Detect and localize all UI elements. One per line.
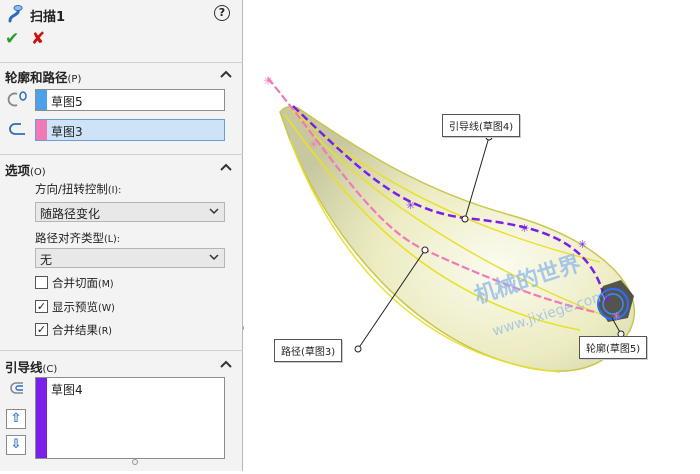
panel-resize-handle[interactable] bbox=[132, 459, 138, 465]
ok-button[interactable]: ✔ bbox=[5, 29, 19, 49]
sweep-model[interactable]: ✳ ✳ ✳ ✳ ✳ ✳ ✳ bbox=[244, 0, 700, 471]
merge-tangent-faces-checkbox[interactable] bbox=[35, 276, 48, 289]
move-down-button[interactable]: ⇩ bbox=[6, 435, 26, 455]
section-title: 轮廓和路径 bbox=[5, 70, 68, 85]
panel-title: 扫描1 bbox=[30, 10, 66, 25]
merge-result-label: 合并结果 bbox=[52, 323, 98, 337]
chevron-down-icon bbox=[209, 254, 219, 261]
path-selection-box[interactable]: 草图3 bbox=[35, 119, 225, 141]
path-value: 草图3 bbox=[51, 125, 83, 139]
panel-header: 扫描1 ? bbox=[0, 0, 243, 28]
profile-value: 草图5 bbox=[51, 95, 83, 109]
merge-tangent-faces-label: 合并切面 bbox=[52, 276, 98, 290]
orientation-value: 随路径变化 bbox=[40, 207, 101, 221]
orientation-label: 方向/扭转控制 bbox=[35, 182, 108, 196]
section-shortcut: (O) bbox=[30, 167, 46, 178]
list-item[interactable]: 草图4 bbox=[51, 381, 83, 398]
show-preview-label: 显示预览 bbox=[52, 300, 98, 314]
alignment-dropdown[interactable]: 无 bbox=[35, 248, 225, 268]
alignment-label: 路径对齐类型 bbox=[35, 231, 104, 245]
show-preview-checkbox[interactable]: ✓ bbox=[35, 300, 48, 313]
orientation-shortcut: (I): bbox=[107, 185, 122, 196]
graphics-viewport[interactable]: ✳ ✳ ✳ ✳ ✳ ✳ ✳ 引导线(草图4) 路径(草图3) 轮廓(草图5) 机… bbox=[244, 0, 700, 471]
divider bbox=[0, 62, 243, 63]
section-title: 引导线 bbox=[5, 360, 43, 375]
guide-curves-list[interactable]: 草图4 bbox=[35, 377, 225, 459]
guide-curve-icon bbox=[10, 382, 23, 394]
profile-color-tab bbox=[36, 90, 47, 110]
profile-callout[interactable]: 轮廓(草图5) bbox=[579, 336, 648, 359]
property-manager-panel: 扫描1 ? ✔ ✘ 轮廓和路径(P) 草图5 草图3 选项(O) 方向/扭转控制… bbox=[0, 0, 243, 471]
sweep-icon bbox=[6, 4, 26, 27]
merge-result-checkbox[interactable]: ✓ bbox=[35, 323, 48, 336]
profile-selection-box[interactable]: 草图5 bbox=[35, 89, 225, 111]
options-section-header[interactable]: 选项(O) bbox=[0, 157, 243, 179]
guide-curves-section-header[interactable]: 引导线(C) bbox=[0, 354, 243, 376]
chevron-up-icon[interactable] bbox=[220, 162, 232, 172]
guide-color-tab bbox=[36, 378, 47, 458]
chevron-down-icon bbox=[209, 208, 219, 215]
divider bbox=[0, 350, 243, 351]
chevron-up-icon[interactable] bbox=[220, 69, 232, 79]
path-select-icon bbox=[9, 123, 25, 135]
path-callout[interactable]: 路径(草图3) bbox=[274, 339, 343, 362]
profile-path-section-header[interactable]: 轮廓和路径(P) bbox=[0, 64, 243, 86]
merge-result-shortcut: (R) bbox=[98, 326, 113, 337]
path-color-tab bbox=[36, 120, 47, 140]
alignment-shortcut: (L): bbox=[104, 234, 120, 245]
guide-curve-callout[interactable]: 引导线(草图4) bbox=[442, 114, 521, 137]
alignment-value: 无 bbox=[40, 253, 53, 267]
cancel-button[interactable]: ✘ bbox=[31, 29, 45, 49]
svg-text:✳: ✳ bbox=[520, 222, 529, 235]
svg-text:✳: ✳ bbox=[309, 138, 318, 151]
svg-text:✳: ✳ bbox=[263, 74, 273, 88]
divider bbox=[0, 154, 243, 155]
svg-text:✳: ✳ bbox=[406, 199, 415, 212]
svg-text:✳: ✳ bbox=[578, 238, 587, 251]
merge-tangent-faces-shortcut: (M) bbox=[98, 279, 114, 290]
section-shortcut: (C) bbox=[42, 364, 58, 375]
profile-select-icon bbox=[7, 91, 27, 107]
help-icon[interactable]: ? bbox=[214, 5, 230, 21]
section-title: 选项 bbox=[5, 163, 31, 178]
section-shortcut: (P) bbox=[67, 74, 82, 85]
orientation-dropdown[interactable]: 随路径变化 bbox=[35, 202, 225, 222]
move-up-button[interactable]: ⇧ bbox=[6, 409, 26, 429]
chevron-up-icon[interactable] bbox=[220, 359, 232, 369]
show-preview-shortcut: (W) bbox=[98, 303, 115, 314]
